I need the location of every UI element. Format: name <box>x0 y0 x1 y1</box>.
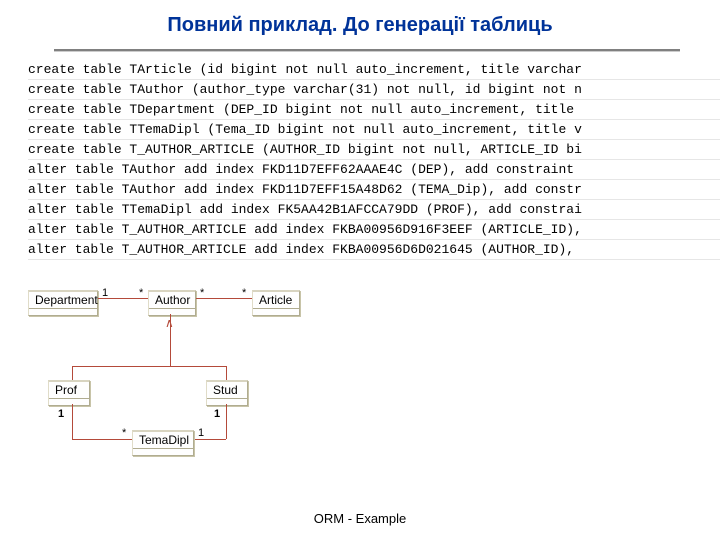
code-line: create table T_AUTHOR_ARTICLE (AUTHOR_ID… <box>28 140 720 160</box>
orm-diagram: Department Author Article 1 * * * ∧ Prof… <box>0 260 720 470</box>
page-title: Повний приклад. До генерації таблиць <box>0 0 720 43</box>
code-line: create table TTemaDipl (Tema_ID bigint n… <box>28 120 720 140</box>
code-line: alter table TAuthor add index FKD11D7EFF… <box>28 180 720 200</box>
entity-label: Department <box>29 292 97 309</box>
code-line: alter table T_AUTHOR_ARTICLE add index F… <box>28 240 720 260</box>
footer-label: ORM - Example <box>0 511 720 526</box>
entity-temadipl: TemaDipl <box>132 430 194 456</box>
code-line: create table TDepartment (DEP_ID bigint … <box>28 100 720 120</box>
code-line: create table TArticle (id bigint not nul… <box>28 60 720 80</box>
connector-vertical <box>72 404 73 439</box>
entity-label: TemaDipl <box>133 432 193 449</box>
title-divider <box>54 49 680 52</box>
entity-author: Author <box>148 290 196 316</box>
code-line: alter table T_AUTHOR_ARTICLE add index F… <box>28 220 720 240</box>
cardinality-star: * <box>139 287 143 299</box>
entity-label: Stud <box>207 382 247 399</box>
entity-label: Prof <box>49 382 89 399</box>
entity-label: Article <box>253 292 299 309</box>
cardinality-one: 1 <box>102 287 108 299</box>
code-line: create table TAuthor (author_type varcha… <box>28 80 720 100</box>
entity-department: Department <box>28 290 98 316</box>
entity-article: Article <box>252 290 300 316</box>
cardinality-one: 1 <box>214 408 220 420</box>
connector-vertical <box>226 404 227 439</box>
cardinality-star: * <box>242 287 246 299</box>
sql-code-block: create table TArticle (id bigint not nul… <box>0 60 720 260</box>
connector-vertical <box>72 366 73 380</box>
entity-label: Author <box>149 292 195 309</box>
inheritance-arrow-icon: ∧ <box>165 318 174 328</box>
cardinality-star: * <box>200 287 204 299</box>
entity-prof: Prof <box>48 380 90 406</box>
connector <box>72 439 132 440</box>
cardinality-one: 1 <box>198 427 204 439</box>
cardinality-one: 1 <box>58 408 64 420</box>
code-line: alter table TTemaDipl add index FK5AA42B… <box>28 200 720 220</box>
code-line: alter table TAuthor add index FKD11D7EFF… <box>28 160 720 180</box>
connector <box>72 366 227 367</box>
connector-vertical <box>226 366 227 380</box>
connector <box>194 439 226 440</box>
entity-stud: Stud <box>206 380 248 406</box>
cardinality-star: * <box>122 427 126 439</box>
